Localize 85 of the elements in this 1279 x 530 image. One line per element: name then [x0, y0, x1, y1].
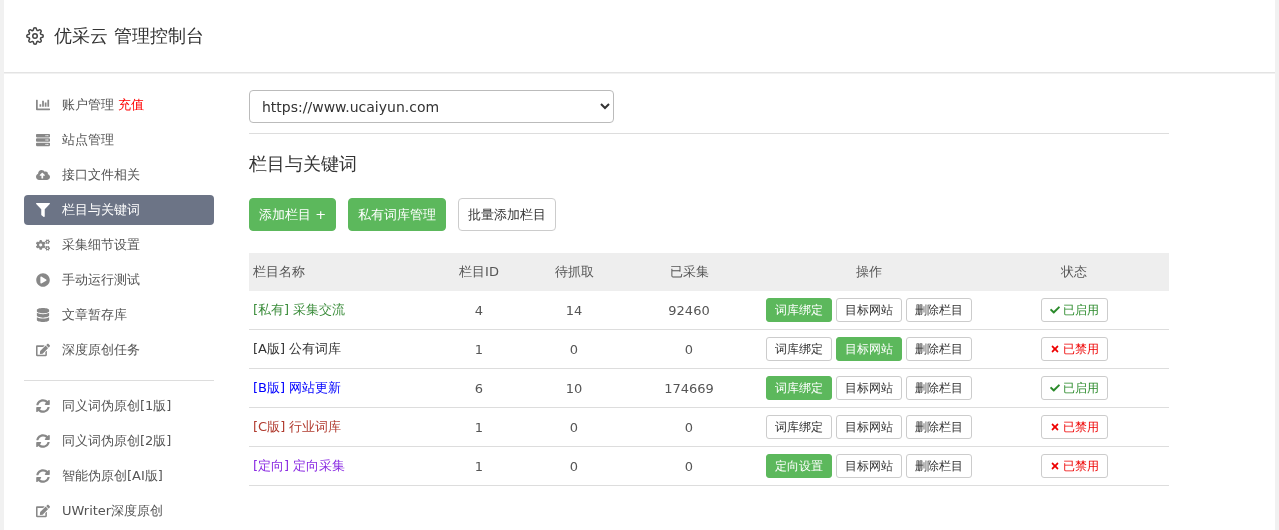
table-cell: 0	[684, 458, 694, 474]
sidebar-label: 接口文件相关	[62, 166, 140, 184]
table-cell: 1	[474, 419, 484, 435]
table-cell: 0	[569, 341, 579, 357]
sidebar-item[interactable]: 账户管理 充值	[24, 90, 214, 120]
row-action-button[interactable]: 删除栏目	[906, 337, 972, 361]
table-cell: 1	[474, 458, 484, 474]
status-button[interactable]: 已禁用	[1040, 415, 1108, 439]
table-cell: 14	[565, 302, 583, 318]
row-action-button[interactable]: 目标网站	[836, 454, 902, 478]
check-icon	[1049, 305, 1060, 315]
row-action-button[interactable]: 词库绑定	[766, 337, 832, 361]
recharge-link[interactable]: 充值	[118, 97, 145, 112]
sidebar-item[interactable]: UWriter深度原创	[24, 496, 214, 526]
edit-icon	[36, 343, 50, 357]
settings-icon	[26, 27, 44, 45]
action-button[interactable]: 批量添加栏目	[458, 198, 557, 231]
table-cell: 0	[684, 419, 694, 435]
bar-chart-icon	[36, 98, 50, 112]
column-header: 栏目ID	[429, 253, 529, 291]
row-action-button[interactable]: 删除栏目	[906, 298, 972, 322]
site-select[interactable]: https://www.ucaiyun.com	[249, 90, 614, 123]
column-header: 待抓取	[529, 253, 619, 291]
table-cell: 92460	[668, 302, 710, 318]
refresh-icon	[36, 469, 50, 483]
play-icon	[36, 273, 50, 287]
status-button[interactable]: 已禁用	[1040, 454, 1108, 478]
sidebar-item[interactable]: 深度原创任务	[24, 335, 214, 365]
close-icon	[1049, 461, 1060, 471]
console-title: 优采云 管理控制台	[54, 24, 204, 48]
table-cell: 1	[474, 341, 484, 357]
sidebar-item[interactable]: 栏目与关键词	[24, 195, 214, 225]
sidebar-item[interactable]: 站点管理	[24, 125, 214, 155]
check-icon	[1049, 383, 1060, 393]
column-header: 状态	[979, 253, 1169, 291]
server-icon	[36, 133, 50, 147]
table-cell: 6	[474, 380, 484, 396]
status-button[interactable]: 已禁用	[1040, 337, 1108, 361]
table-cell: 0	[569, 458, 579, 474]
table-cell: 0	[569, 419, 579, 435]
row-action-button[interactable]: 词库绑定	[766, 415, 832, 439]
close-icon	[1049, 344, 1060, 354]
row-action-button[interactable]: 目标网站	[836, 415, 902, 439]
sidebar-label: 采集细节设置	[62, 236, 140, 254]
sidebar-item[interactable]: 接口文件相关	[24, 160, 214, 190]
table-cell: 0	[684, 341, 694, 357]
sidebar-item[interactable]: 同义词伪原创[2版]	[24, 426, 214, 456]
row-action-button[interactable]: 目标网站	[836, 376, 902, 400]
column-name: [B版] 网站更新	[253, 379, 342, 397]
row-action-button[interactable]: 目标网站	[836, 298, 902, 322]
sidebar-label: 账户管理 充值	[62, 96, 145, 114]
sidebar-item[interactable]: 文章暂存库	[24, 300, 214, 330]
filter-icon	[36, 203, 50, 217]
column-header: 栏目名称	[249, 253, 429, 291]
sidebar-label: 站点管理	[62, 131, 114, 149]
database-icon	[36, 308, 50, 322]
column-name: [A版] 公有词库	[253, 340, 342, 358]
close-icon	[1049, 422, 1060, 432]
sidebar-label: 手动运行测试	[62, 271, 140, 289]
sidebar-label: 栏目与关键词	[62, 201, 140, 219]
status-button[interactable]: 已启用	[1040, 298, 1108, 322]
column-header: 已采集	[619, 253, 759, 291]
table-cell: 4	[474, 302, 484, 318]
sidebar-item[interactable]: 同义词伪原创[1版]	[24, 391, 214, 421]
column-name: [私有] 采集交流	[253, 301, 346, 319]
table-cell: 10	[565, 380, 583, 396]
column-header: 操作	[759, 253, 979, 291]
cloud-upload-icon	[36, 168, 50, 182]
sidebar-item[interactable]: 智能伪原创[AI版]	[24, 461, 214, 491]
column-name: [定向] 定向采集	[253, 457, 346, 475]
status-button[interactable]: 已启用	[1040, 376, 1108, 400]
row-action-button[interactable]: 删除栏目	[906, 376, 972, 400]
sidebar-item[interactable]: 采集细节设置	[24, 230, 214, 260]
sidebar-label: 文章暂存库	[62, 306, 127, 324]
gears-icon	[36, 238, 50, 252]
refresh-icon	[36, 399, 50, 413]
row-action-button[interactable]: 删除栏目	[906, 415, 972, 439]
table-cell: 174669	[664, 380, 714, 396]
row-action-button[interactable]: 删除栏目	[906, 454, 972, 478]
refresh-icon	[36, 434, 50, 448]
edit-icon	[36, 504, 50, 518]
section-title: 栏目与关键词	[249, 133, 1169, 176]
sidebar-label: 深度原创任务	[62, 341, 140, 359]
column-name: [C版] 行业词库	[253, 418, 342, 436]
sidebar-item[interactable]: 手动运行测试	[24, 265, 214, 295]
